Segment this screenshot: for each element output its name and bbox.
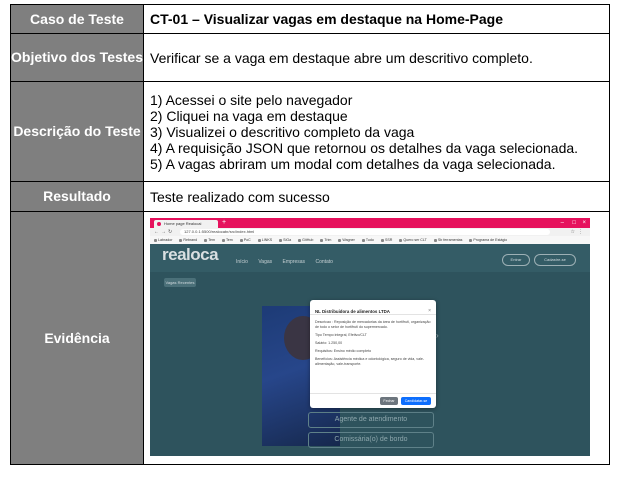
modal-footer: Fechar Candidatar-se (310, 393, 436, 408)
bookmark-item[interactable]: GitHub (298, 238, 313, 242)
bookmark-item[interactable]: PoC (239, 238, 251, 242)
bookmark-item[interactable]: Trim (320, 238, 331, 242)
job-salary: Salário: 1.250,00 (315, 341, 343, 345)
bookmark-item[interactable]: Tem (204, 238, 215, 242)
value-objetivo: Verificar se a vaga em destaque abre um … (143, 33, 610, 82)
value-descricao: 1) Acessei o site pelo navegador 2) Cliq… (143, 81, 610, 182)
bookmark-item[interactable]: Sb ferramentas (433, 238, 462, 242)
recent-jobs-button[interactable]: Vagas Recentes (164, 278, 196, 287)
site-header: realoca Início Vagas Empresas Contato En… (150, 244, 590, 272)
nav-arrows-icon[interactable]: ←→↻ (154, 228, 174, 236)
row-descricao: Descrição do Teste 1) Acessei o site pel… (10, 81, 610, 182)
modal-header: NL Distribuidora de alimentos LTDA × (310, 300, 436, 315)
evidence-cell: Home page Realocai + – □ × ←→↻ 127.0.0.1… (143, 211, 610, 465)
bookmark-item[interactable]: Tudo (361, 238, 374, 242)
modal-close-icon[interactable]: × (428, 303, 431, 319)
site-favicon-icon (157, 222, 161, 226)
nav-item[interactable]: Vagas (258, 259, 272, 265)
label-resultado: Resultado (10, 181, 144, 212)
step-item: 4) A requisição JSON que retornou os det… (150, 139, 579, 156)
evidence-screenshot: Home page Realocai + – □ × ←→↻ 127.0.0.1… (150, 218, 590, 456)
site-nav: Início Vagas Empresas Contato (236, 254, 342, 270)
minimize-icon[interactable]: – (561, 219, 564, 227)
url-field[interactable]: 127.0.0.1:5500/realocabr/src/index.html (180, 229, 550, 235)
job-type: Tipo Tempo integral, Efetivo/CLT (315, 333, 367, 337)
signup-button[interactable]: Cadastre-se (534, 254, 576, 266)
job-card[interactable]: Comissária(o) de bordo (308, 432, 434, 448)
bookmark-item[interactable]: Rebrand (179, 238, 197, 242)
bookmark-item[interactable]: Wagner (338, 238, 355, 242)
label-descricao: Descrição do Teste (10, 81, 144, 182)
bookmark-item[interactable]: Programa de Estágio (469, 238, 507, 242)
row-evidencia: Evidência Home page Realocai + – □ × ←→↻… (10, 211, 610, 465)
new-tab-icon[interactable]: + (222, 219, 226, 227)
apply-button[interactable]: Candidatar-se (401, 397, 431, 405)
modal-body: Descricao : Reposição de mercadorias da … (310, 315, 436, 367)
value-resultado: Teste realizado com sucesso (143, 181, 610, 212)
bookmark-item[interactable]: SiGa (279, 238, 291, 242)
label-caso-de-teste: Caso de Teste (10, 4, 144, 34)
browser-tab-bar: Home page Realocai + – □ × (150, 218, 590, 228)
step-item: 2) Cliquei na vaga em destaque (150, 107, 348, 124)
step-item: 3) Visualizei o descritivo completo da v… (150, 123, 415, 140)
bookmark-item[interactable]: LINKS (257, 238, 272, 242)
site-page: realoca Início Vagas Empresas Contato En… (150, 244, 590, 456)
step-item: 1) Acessei o site pelo navegador (150, 91, 353, 108)
tab-title: Home page Realocai (164, 221, 202, 226)
bookmark-item[interactable]: Labrador (154, 238, 172, 242)
address-bar: ←→↻ 127.0.0.1:5500/realocabr/src/index.h… (150, 228, 590, 236)
label-objetivo: Objetivo dos Testes (10, 33, 144, 82)
close-icon[interactable]: × (582, 219, 586, 227)
nav-item[interactable]: Início (236, 259, 248, 265)
browser-actions-icon[interactable]: ☆⋮ (571, 228, 586, 236)
job-description: Descricao : Reposição de mercadorias da … (315, 320, 431, 329)
job-requirements: Requisitos: Ensino médio completo (315, 349, 372, 353)
maximize-icon[interactable]: □ (572, 219, 576, 227)
value-caso-de-teste: CT-01 – Visualizar vagas em destaque na … (143, 4, 610, 34)
carousel-next-icon[interactable]: › (436, 328, 439, 344)
browser-tab[interactable]: Home page Realocai (154, 220, 218, 228)
row-caso: Caso de Teste CT-01 – Visualizar vagas e… (10, 4, 610, 34)
login-button[interactable]: Entrar (502, 254, 530, 266)
step-item: 5) A vagas abriram um modal com detalhes… (150, 155, 556, 172)
bookmark-item[interactable]: Tem (221, 238, 233, 242)
label-evidencia: Evidência (10, 211, 144, 465)
modal-title: NL Distribuidora de alimentos LTDA (315, 309, 390, 314)
test-case-table: Caso de Teste CT-01 – Visualizar vagas e… (10, 4, 610, 465)
bookmark-item[interactable]: Quero ser CLT (399, 238, 427, 242)
job-details-modal: NL Distribuidora de alimentos LTDA × Des… (310, 300, 436, 408)
steps-list: 1) Acessei o site pelo navegador 2) Cliq… (150, 92, 609, 172)
nav-item[interactable]: Contato (315, 259, 333, 265)
nav-item[interactable]: Empresas (283, 259, 306, 265)
row-resultado: Resultado Teste realizado com sucesso (10, 181, 610, 212)
row-objetivo: Objetivo dos Testes Verificar se a vaga … (10, 33, 610, 82)
realoca-logo[interactable]: realoca (162, 246, 219, 263)
bookmark-item[interactable]: SSR (380, 238, 392, 242)
job-benefits: Benefícios: Assistência médica e odontol… (315, 357, 425, 366)
close-button[interactable]: Fechar (380, 397, 398, 405)
job-card[interactable]: Agente de atendimento (308, 412, 434, 428)
